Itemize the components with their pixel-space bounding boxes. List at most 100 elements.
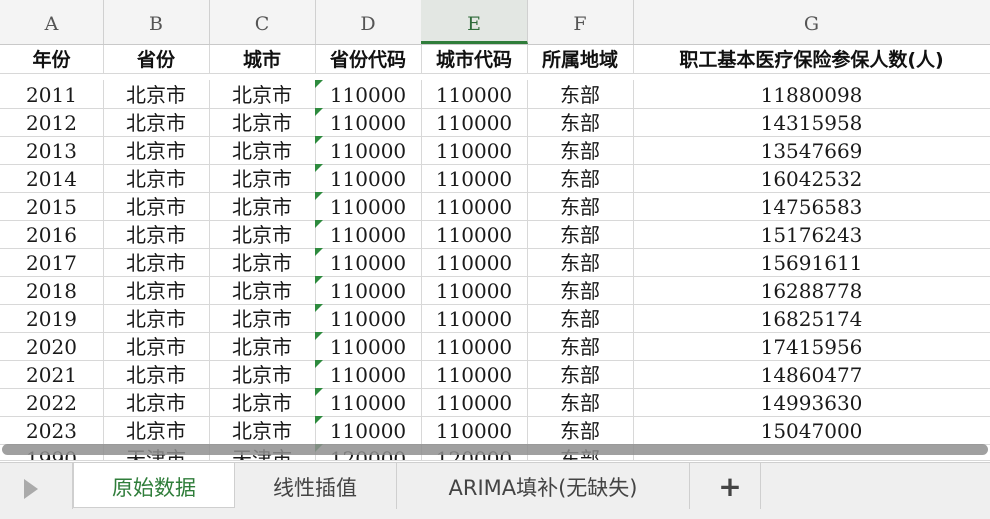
cell-e[interactable]: 110000 <box>421 276 528 304</box>
column-header-a[interactable]: A <box>0 0 104 44</box>
column-header-f[interactable]: F <box>527 0 634 44</box>
cell-e[interactable]: 110000 <box>421 220 528 248</box>
cell-d[interactable]: 110000 <box>315 80 422 108</box>
cell-f[interactable]: 东部 <box>527 108 634 136</box>
cell-d[interactable]: 110000 <box>315 304 422 332</box>
cell-g[interactable]: 15047000 <box>633 416 990 444</box>
cell-a[interactable]: 2020 <box>0 332 104 360</box>
cell-f[interactable]: 东部 <box>527 332 634 360</box>
cell-g[interactable]: 16825174 <box>633 304 990 332</box>
cell-a[interactable]: 2016 <box>0 220 104 248</box>
cell-b[interactable]: 北京市 <box>103 360 210 388</box>
cell-b[interactable]: 北京市 <box>103 388 210 416</box>
cell-g[interactable]: 职工基本医疗保险参保人数(人) <box>633 45 990 73</box>
cell-b[interactable]: 北京市 <box>103 136 210 164</box>
cell-a[interactable]: 2015 <box>0 192 104 220</box>
cell-a[interactable]: 年份 <box>0 45 104 73</box>
cell-g[interactable]: 14756583 <box>633 192 990 220</box>
cell-c[interactable]: 北京市 <box>209 136 316 164</box>
cell-c[interactable]: 北京市 <box>209 388 316 416</box>
cell-f[interactable]: 东部 <box>527 192 634 220</box>
cell-b[interactable]: 北京市 <box>103 192 210 220</box>
cell-c[interactable]: 北京市 <box>209 416 316 444</box>
cell-e[interactable]: 110000 <box>421 388 528 416</box>
cell-g[interactable]: 11880098 <box>633 80 990 108</box>
cell-g[interactable]: 14993630 <box>633 388 990 416</box>
cell-e[interactable]: 110000 <box>421 108 528 136</box>
cell-a[interactable]: 2014 <box>0 164 104 192</box>
cell-f[interactable]: 东部 <box>527 164 634 192</box>
column-header-e[interactable]: E <box>421 0 528 44</box>
cell-c[interactable]: 北京市 <box>209 192 316 220</box>
cell-g[interactable]: 17415956 <box>633 332 990 360</box>
cell-f[interactable]: 东部 <box>527 416 634 444</box>
cell-b[interactable]: 北京市 <box>103 416 210 444</box>
column-header-d[interactable]: D <box>315 0 422 44</box>
cell-d[interactable]: 110000 <box>315 276 422 304</box>
horizontal-scrollbar[interactable] <box>2 444 988 455</box>
cell-d[interactable]: 110000 <box>315 164 422 192</box>
cell-f[interactable]: 东部 <box>527 136 634 164</box>
cell-g[interactable]: 13547669 <box>633 136 990 164</box>
cell-e[interactable]: 110000 <box>421 80 528 108</box>
cell-c[interactable]: 北京市 <box>209 332 316 360</box>
cell-d[interactable]: 110000 <box>315 388 422 416</box>
cell-e[interactable]: 110000 <box>421 360 528 388</box>
cell-b[interactable]: 北京市 <box>103 108 210 136</box>
cell-a[interactable]: 2019 <box>0 304 104 332</box>
cell-g[interactable]: 16288778 <box>633 276 990 304</box>
cell-f[interactable]: 东部 <box>527 276 634 304</box>
cell-d[interactable]: 110000 <box>315 248 422 276</box>
cell-a[interactable]: 2018 <box>0 276 104 304</box>
cell-c[interactable]: 北京市 <box>209 304 316 332</box>
cell-g[interactable]: 14860477 <box>633 360 990 388</box>
cell-b[interactable]: 北京市 <box>103 304 210 332</box>
cell-g[interactable]: 15691611 <box>633 248 990 276</box>
cell-d[interactable]: 110000 <box>315 192 422 220</box>
tab-original-data[interactable]: 原始数据 <box>73 463 235 508</box>
cell-a[interactable]: 2013 <box>0 136 104 164</box>
cell-b[interactable]: 省份 <box>103 45 210 73</box>
cell-a[interactable]: 2021 <box>0 360 104 388</box>
cell-d[interactable]: 110000 <box>315 332 422 360</box>
cell-c[interactable]: 城市 <box>209 45 316 73</box>
tab-linear-interpolation[interactable]: 线性插值 <box>234 463 397 509</box>
sheet-scroll-arrow-icon[interactable] <box>0 463 73 509</box>
cell-f[interactable]: 东部 <box>527 388 634 416</box>
cell-c[interactable]: 北京市 <box>209 80 316 108</box>
cell-e[interactable]: 110000 <box>421 416 528 444</box>
cell-d[interactable]: 110000 <box>315 360 422 388</box>
cell-g[interactable]: 14315958 <box>633 108 990 136</box>
cell-c[interactable]: 北京市 <box>209 164 316 192</box>
cell-e[interactable]: 110000 <box>421 192 528 220</box>
cell-a[interactable]: 2023 <box>0 416 104 444</box>
cell-c[interactable]: 北京市 <box>209 220 316 248</box>
cell-c[interactable]: 北京市 <box>209 248 316 276</box>
cell-b[interactable]: 北京市 <box>103 332 210 360</box>
cell-g[interactable]: 16042532 <box>633 164 990 192</box>
cell-d[interactable]: 110000 <box>315 220 422 248</box>
cell-c[interactable]: 北京市 <box>209 276 316 304</box>
cell-d[interactable]: 110000 <box>315 136 422 164</box>
cell-a[interactable]: 2017 <box>0 248 104 276</box>
cell-e[interactable]: 110000 <box>421 136 528 164</box>
cell-g[interactable]: 15176243 <box>633 220 990 248</box>
cell-f[interactable]: 所属地域 <box>527 45 634 73</box>
column-header-g[interactable]: G <box>633 0 990 44</box>
cell-a[interactable]: 2012 <box>0 108 104 136</box>
cell-e[interactable]: 城市代码 <box>421 45 528 73</box>
cell-f[interactable]: 东部 <box>527 220 634 248</box>
cell-e[interactable]: 110000 <box>421 332 528 360</box>
cell-e[interactable]: 110000 <box>421 304 528 332</box>
cell-b[interactable]: 北京市 <box>103 248 210 276</box>
cell-c[interactable]: 北京市 <box>209 108 316 136</box>
cell-a[interactable]: 2022 <box>0 388 104 416</box>
cell-b[interactable]: 北京市 <box>103 276 210 304</box>
column-header-c[interactable]: C <box>209 0 316 44</box>
cell-e[interactable]: 110000 <box>421 164 528 192</box>
cell-b[interactable]: 北京市 <box>103 80 210 108</box>
cell-d[interactable]: 110000 <box>315 416 422 444</box>
cell-f[interactable]: 东部 <box>527 80 634 108</box>
add-sheet-button[interactable]: + <box>700 463 761 509</box>
cell-b[interactable]: 北京市 <box>103 164 210 192</box>
